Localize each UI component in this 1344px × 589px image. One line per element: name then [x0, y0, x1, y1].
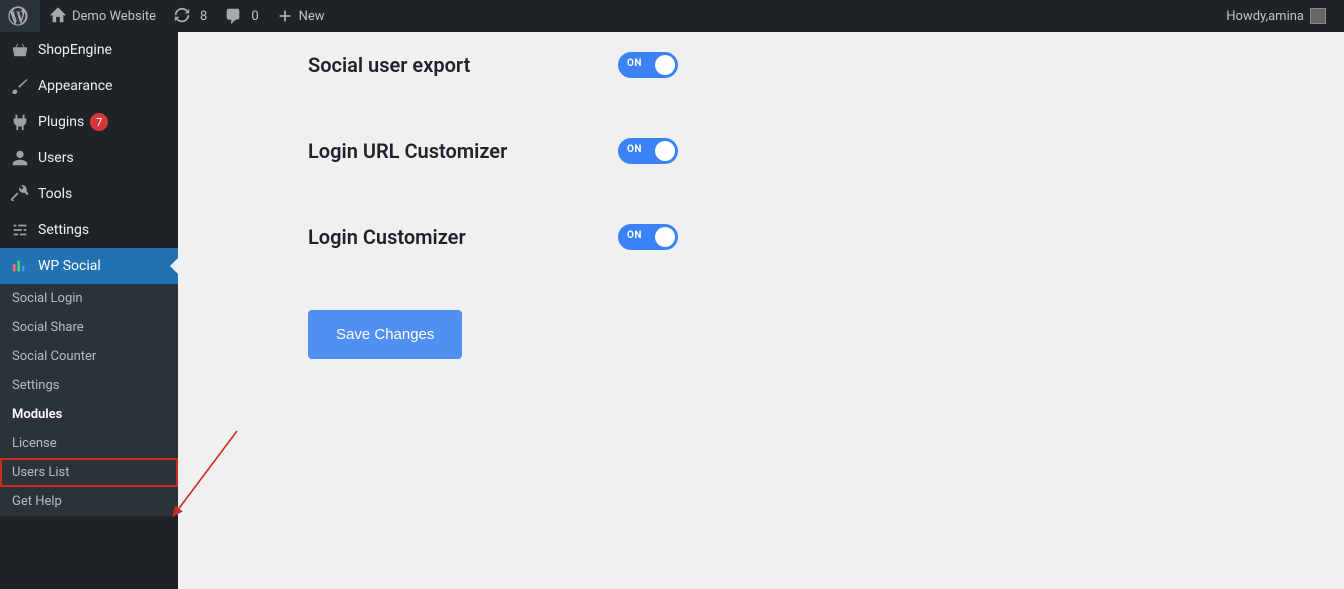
setting-label: Login URL Customizer [308, 139, 618, 163]
toggle-login-customizer[interactable]: ON [618, 224, 678, 250]
sidebar-item-shopengine[interactable]: ShopEngine [0, 32, 178, 68]
sidebar-item-label: Users [38, 150, 74, 166]
refresh-icon [172, 6, 192, 26]
basket-icon [10, 40, 30, 60]
submenu-settings[interactable]: Settings [0, 371, 178, 400]
sidebar-item-label: WP Social [38, 258, 101, 274]
submenu-social-share[interactable]: Social Share [0, 313, 178, 342]
toggle-social-user-export[interactable]: ON [618, 52, 678, 78]
sidebar-item-label: ShopEngine [38, 42, 112, 58]
user-icon [10, 148, 30, 168]
submenu-license[interactable]: License [0, 429, 178, 458]
submenu-social-login[interactable]: Social Login [0, 284, 178, 313]
admin-sidebar: ShopEngine Appearance Plugins 7 Users To… [0, 32, 178, 589]
submenu-modules[interactable]: Modules [0, 400, 178, 429]
sidebar-item-users[interactable]: Users [0, 140, 178, 176]
toggle-state-text: ON [627, 144, 642, 155]
toggle-knob [655, 55, 675, 75]
account-link[interactable]: Howdy, amina [1218, 0, 1334, 32]
new-label: New [299, 9, 325, 24]
toggle-state-text: ON [627, 230, 642, 241]
comment-icon [223, 6, 243, 26]
sidebar-item-label: Plugins [38, 114, 84, 130]
submenu-users-list[interactable]: Users List [0, 458, 178, 487]
admin-bar-left: Demo Website 8 0 New [0, 0, 333, 32]
sidebar-item-plugins[interactable]: Plugins 7 [0, 104, 178, 140]
toggle-login-url-customizer[interactable]: ON [618, 138, 678, 164]
howdy-user: amina [1268, 9, 1304, 24]
sliders-icon [10, 220, 30, 240]
sidebar-item-settings[interactable]: Settings [0, 212, 178, 248]
howdy-prefix: Howdy, [1226, 9, 1268, 24]
submenu-get-help[interactable]: Get Help [0, 487, 178, 516]
plugins-update-badge: 7 [90, 113, 108, 131]
updates-link[interactable]: 8 [164, 0, 215, 32]
admin-bar-right: Howdy, amina [1218, 0, 1344, 32]
setting-row-login-customizer: Login Customizer ON [308, 224, 1344, 250]
plug-icon [10, 112, 30, 132]
new-content-link[interactable]: New [267, 0, 333, 32]
comments-count: 0 [251, 9, 258, 24]
avatar [1310, 8, 1326, 24]
sidebar-item-label: Settings [38, 222, 89, 238]
comments-link[interactable]: 0 [215, 0, 266, 32]
admin-bar: Demo Website 8 0 New Howdy, amina [0, 0, 1344, 32]
wp-logo-menu[interactable] [0, 0, 40, 32]
sidebar-item-label: Tools [38, 186, 72, 202]
wpsocial-icon [10, 256, 30, 276]
wordpress-icon [8, 6, 28, 26]
sidebar-item-wp-social[interactable]: WP Social [0, 248, 178, 284]
sidebar-item-label: Appearance [38, 78, 112, 94]
sidebar-item-appearance[interactable]: Appearance [0, 68, 178, 104]
updates-count: 8 [200, 9, 207, 24]
home-icon [48, 6, 68, 26]
save-changes-button[interactable]: Save Changes [308, 310, 462, 359]
plus-icon [275, 6, 295, 26]
toggle-knob [655, 141, 675, 161]
wrench-icon [10, 184, 30, 204]
setting-row-login-url-customizer: Login URL Customizer ON [308, 138, 1344, 164]
sidebar-item-tools[interactable]: Tools [0, 176, 178, 212]
setting-label: Login Customizer [308, 225, 618, 249]
toggle-knob [655, 227, 675, 247]
site-name-text: Demo Website [72, 9, 156, 24]
brush-icon [10, 76, 30, 96]
content-area: Social user export ON Login URL Customiz… [178, 32, 1344, 589]
submenu-social-counter[interactable]: Social Counter [0, 342, 178, 371]
setting-label: Social user export [308, 53, 618, 77]
save-button-wrap: Save Changes [308, 310, 1344, 359]
setting-row-social-user-export: Social user export ON [308, 52, 1344, 78]
wp-social-submenu: Social Login Social Share Social Counter… [0, 284, 178, 516]
toggle-state-text: ON [627, 58, 642, 69]
site-name-link[interactable]: Demo Website [40, 0, 164, 32]
